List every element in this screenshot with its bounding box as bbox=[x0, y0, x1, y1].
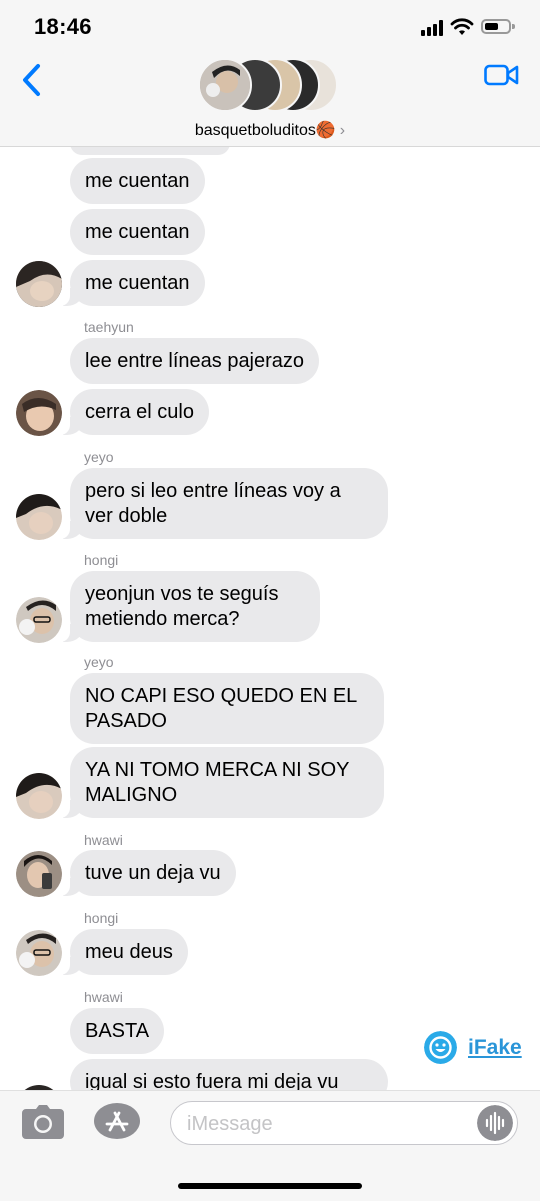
message-bubble[interactable]: me cuentan bbox=[70, 209, 205, 255]
avatar[interactable] bbox=[16, 390, 62, 436]
avatar[interactable] bbox=[16, 773, 62, 819]
message-bubble[interactable]: lee entre líneas pajerazo bbox=[70, 338, 320, 384]
signal-icon bbox=[421, 20, 445, 36]
avatar[interactable] bbox=[16, 261, 62, 307]
message-text: me cuentan bbox=[85, 221, 190, 243]
message-text: meu deus bbox=[85, 941, 173, 963]
sender-name: hongi bbox=[84, 910, 119, 926]
message-text: tuve un deja vu bbox=[85, 862, 221, 884]
message-bubble[interactable]: BASTA bbox=[70, 1008, 165, 1054]
message-text: lee entre líneas pajerazo bbox=[85, 350, 305, 372]
sender-name: yeyo bbox=[84, 449, 114, 465]
message-bubble[interactable]: pero si leo entre líneas voy a ver doble bbox=[60, 468, 388, 539]
message-text: cerra el culo bbox=[85, 401, 194, 423]
message-bubble[interactable]: meu deus bbox=[60, 929, 188, 975]
avatar[interactable] bbox=[16, 597, 62, 643]
message-bubble[interactable]: yeonjun vos te seguís metiendo merca? bbox=[60, 571, 320, 642]
avatar[interactable] bbox=[16, 930, 62, 976]
message-input-placeholder: iMessage bbox=[187, 1113, 273, 1135]
sender-name: hwawi bbox=[84, 989, 123, 1005]
conversation-header: basquetboluditos🏀 › bbox=[0, 56, 540, 147]
message-bubble[interactable]: me cuentan bbox=[70, 158, 205, 204]
sender-name: hwawi bbox=[84, 832, 123, 848]
message-input[interactable]: iMessage bbox=[170, 1101, 518, 1145]
watermark-label: iFake bbox=[468, 1036, 522, 1059]
camera-icon[interactable] bbox=[22, 1105, 64, 1139]
group-avatars[interactable] bbox=[198, 56, 344, 114]
group-name-label: basquetboluditos🏀 bbox=[194, 122, 336, 139]
message-list[interactable]: me cuentan me cuentan me cuentan taehyun… bbox=[0, 147, 540, 1090]
message-bubble[interactable]: cerra el culo bbox=[60, 389, 209, 435]
composer-bar: iMessage bbox=[0, 1090, 540, 1201]
chevron-right-icon: › bbox=[339, 122, 346, 139]
group-name[interactable]: basquetboluditos🏀 › bbox=[0, 120, 540, 140]
clock: 18:46 bbox=[34, 14, 92, 39]
message-text: NO CAPI ESO QUEDO EN EL PASADO bbox=[85, 685, 357, 732]
message-text: BASTA bbox=[85, 1020, 150, 1042]
message-bubble[interactable]: me cuentan bbox=[60, 260, 205, 306]
back-chevron-icon[interactable] bbox=[16, 60, 52, 100]
sender-name: taehyun bbox=[84, 319, 134, 335]
message-bubble[interactable] bbox=[70, 147, 230, 155]
message-bubble[interactable]: NO CAPI ESO QUEDO EN EL PASADO bbox=[70, 673, 384, 744]
smiley-icon bbox=[424, 1031, 457, 1064]
message-text: me cuentan bbox=[85, 272, 190, 294]
message-text: yeonjun vos te seguís metiendo merca? bbox=[85, 583, 279, 630]
sender-name: hongi bbox=[84, 552, 119, 568]
battery-icon bbox=[481, 19, 515, 34]
home-indicator bbox=[178, 1183, 362, 1189]
message-bubble[interactable]: tuve un deja vu bbox=[60, 850, 236, 896]
message-bubble[interactable]: YA NI TOMO MERCA NI SOY MALIGNO bbox=[60, 747, 384, 818]
video-call-icon[interactable] bbox=[484, 62, 520, 88]
wifi-icon bbox=[450, 18, 474, 35]
sender-name: yeyo bbox=[84, 654, 114, 670]
app-store-icon[interactable] bbox=[94, 1103, 140, 1139]
avatar[interactable] bbox=[16, 851, 62, 897]
ifake-watermark: iFake bbox=[424, 1030, 524, 1066]
message-text: pero si leo entre líneas voy a ver doble bbox=[85, 480, 341, 527]
avatar[interactable] bbox=[16, 494, 62, 540]
message-bubble[interactable]: igual si esto fuera mi deja vu bbox=[70, 1059, 388, 1090]
voice-message-icon[interactable] bbox=[477, 1105, 513, 1141]
status-bar: 18:46 bbox=[0, 0, 540, 56]
avatar bbox=[198, 58, 252, 112]
message-text: me cuentan bbox=[85, 170, 190, 192]
message-text: igual si esto fuera mi deja vu bbox=[85, 1071, 339, 1090]
message-text: YA NI TOMO MERCA NI SOY MALIGNO bbox=[85, 759, 350, 806]
